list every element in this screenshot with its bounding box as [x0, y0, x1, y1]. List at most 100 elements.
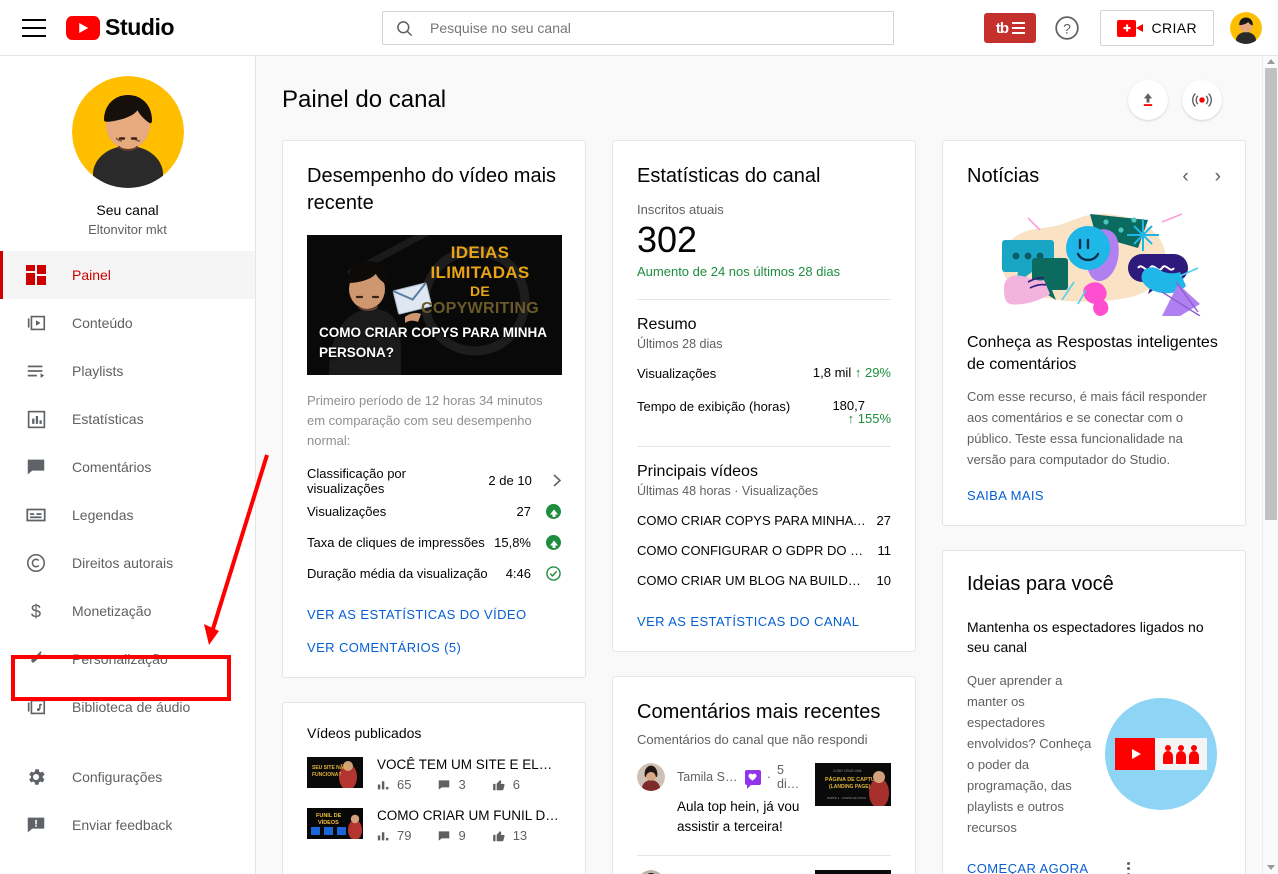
- comments-value: 9: [458, 828, 466, 844]
- news-card: Notícias ‹ › Conheça as Respostas inteli…: [942, 140, 1246, 527]
- video-title: COMO CRIAR UM BLOG NA BUILDERA…: [637, 573, 877, 589]
- sidebar-item-personalizacao[interactable]: Personalização: [0, 635, 255, 683]
- sidebar-item-direitos-autorais[interactable]: Direitos autorais: [0, 539, 255, 587]
- page-header: Painel do canal: [257, 56, 1262, 140]
- column-right: Notícias ‹ › Conheça as Respostas inteli…: [942, 140, 1246, 874]
- metric-row[interactable]: Classificação por visualizações 2 de 10: [307, 465, 561, 496]
- views-stat: 65: [377, 777, 411, 792]
- youtube-studio-logo[interactable]: Studio: [66, 14, 175, 41]
- performance-note: Primeiro período de 12 horas 34 minutos …: [307, 393, 543, 449]
- channel-label: Seu canal: [96, 202, 159, 218]
- comment-video-thumbnail[interactable]: COMO CRIAR UMA PÁGINA DE CAPTURA (LANDING …: [815, 763, 891, 807]
- metric-label: Classificação por visualizações: [307, 465, 406, 496]
- start-now-link[interactable]: COMEÇAR AGORA: [967, 861, 1089, 874]
- learn-more-link[interactable]: SAIBA MAIS: [967, 488, 1221, 503]
- table-row[interactable]: COMO CONFIGURAR O GDPR DO SITE… 11: [637, 543, 891, 558]
- chevron-right-icon[interactable]: [540, 474, 561, 488]
- sidebar-item-legendas[interactable]: Legendas: [0, 491, 255, 539]
- sidebar-item-monetizacao[interactable]: $ Monetização: [0, 587, 255, 635]
- sidebar: Seu canal Eltonvitor mkt Painel Conteúdo…: [0, 56, 256, 874]
- chevron-left-icon[interactable]: ‹: [1182, 166, 1188, 188]
- sidebar-item-painel[interactable]: Painel: [0, 251, 255, 299]
- go-live-icon: [1192, 93, 1212, 107]
- sidebar-item-biblioteca-de-audio[interactable]: Biblioteca de áudio: [0, 683, 255, 731]
- create-button[interactable]: CRIAR: [1100, 10, 1214, 46]
- hamburger-icon[interactable]: [22, 18, 46, 37]
- summary-value: 1,8 mil ↑ 29%: [813, 365, 891, 380]
- card-title: Estatísticas do canal: [637, 165, 821, 187]
- sidebar-item-playlists[interactable]: Playlists: [0, 347, 255, 395]
- subscribers-count: 302: [637, 219, 698, 260]
- table-row[interactable]: COMO CRIAR UM BLOG NA BUILDERA… 10: [637, 573, 891, 588]
- sidebar-item-conteudo[interactable]: Conteúdo: [0, 299, 255, 347]
- scrollbar-thumb[interactable]: [1265, 68, 1277, 520]
- summary-row: Visualizações 1,8 mil ↑ 29%: [637, 365, 891, 384]
- view-channel-analytics-link[interactable]: VER AS ESTATÍSTICAS DO CANAL: [637, 614, 891, 629]
- sidebar-item-label: Estatísticas: [72, 411, 144, 427]
- summary-period: Últimos 28 dias: [637, 337, 723, 352]
- list-item[interactable]: [637, 869, 891, 874]
- chevron-right-icon[interactable]: ›: [1215, 166, 1221, 188]
- metric-value: 15,8%: [494, 535, 531, 551]
- card-title: Vídeos publicados: [307, 725, 422, 742]
- sidebar-item-label: Configurações: [72, 769, 163, 785]
- heart-icon: [744, 769, 761, 789]
- scroll-up-arrow-icon[interactable]: [1267, 59, 1275, 64]
- help-circle-icon[interactable]: ?: [1054, 15, 1080, 41]
- illustration-inner: [1115, 737, 1208, 770]
- comment-meta: Tamila Sant… · 5 di…: [677, 763, 803, 791]
- ideas-for-you-card: Ideias para você Mantenha os espectadore…: [942, 550, 1246, 874]
- analytics-icon: [24, 407, 48, 431]
- search-input[interactable]: [430, 20, 881, 36]
- svg-text:PARTE 1 · CURSO ELTONVI: PARTE 1 · CURSO ELTONVI: [827, 796, 866, 800]
- gear-icon: [24, 765, 48, 789]
- summary-title: Resumo: [637, 316, 697, 334]
- sidebar-item-estatisticas[interactable]: Estatísticas: [0, 395, 255, 443]
- sidebar-item-comentarios[interactable]: Comentários: [0, 443, 255, 491]
- ideas-headline: Mantenha os espectadores ligados no seu …: [967, 619, 1204, 655]
- likes-value: 6: [512, 777, 520, 793]
- sidebar-item-label: Monetização: [72, 603, 152, 619]
- news-headline: Conheça as Respostas inteligentes de com…: [967, 334, 1218, 373]
- search-bar[interactable]: [382, 11, 894, 45]
- table-row[interactable]: COMO CRIAR COPYS PARA MINHA PE… 27: [637, 513, 891, 528]
- view-video-analytics-link[interactable]: VER AS ESTATÍSTICAS DO VÍDEO: [307, 607, 561, 622]
- illustration-circle: [1105, 697, 1218, 810]
- comment-video-thumbnail[interactable]: [815, 869, 891, 874]
- view-comments-link[interactable]: VER COMENTÁRIOS (5): [307, 640, 561, 655]
- dashboard-icon: [24, 263, 48, 287]
- account-avatar[interactable]: [1230, 12, 1262, 44]
- video-thumbnail[interactable]: IDEIAS ILIMITADAS DE COPYWRITING COMO CR…: [307, 235, 562, 375]
- page-actions: [1128, 80, 1222, 120]
- divider: [637, 299, 891, 301]
- kebab-menu-icon[interactable]: [1123, 858, 1134, 874]
- video-camera-icon: [1117, 19, 1144, 37]
- upload-video-button[interactable]: [1128, 80, 1168, 120]
- ideas-illustration: [1102, 670, 1221, 838]
- dollar-icon: $: [24, 599, 48, 623]
- sidebar-item-label: Personalização: [72, 651, 168, 667]
- summary-row: Tempo de exibição (horas) 180,7 ↑ 155%: [637, 398, 891, 426]
- feedback-icon: [24, 813, 48, 837]
- people-icon: [1155, 737, 1208, 770]
- sidebar-item-configuracoes[interactable]: Configurações: [0, 753, 255, 801]
- views-value: 10: [876, 573, 891, 589]
- video-stats: 79 9 13: [377, 828, 561, 843]
- list-item[interactable]: Tamila Sant… · 5 di… Aula top hein, já v…: [637, 763, 891, 838]
- latest-video-performance-card: Desempenho do vídeo mais recente IDEIAS …: [282, 140, 586, 679]
- divider: [637, 446, 891, 448]
- subscribers-label: Inscritos atuais: [637, 202, 724, 217]
- sidebar-item-enviar-feedback[interactable]: Enviar feedback: [0, 801, 255, 849]
- list-item-body: COMO CRIAR UM FUNIL DE VÍ… 79 9: [377, 808, 561, 843]
- card-title: Notícias: [967, 165, 1040, 187]
- page-scrollbar[interactable]: [1262, 56, 1278, 874]
- list-item[interactable]: FUNIL DEVÍDEOS COMO CRIAR UM FUNIL DE VÍ…: [307, 808, 561, 843]
- channel-avatar[interactable]: [71, 76, 184, 188]
- scroll-down-arrow-icon[interactable]: [1267, 865, 1275, 870]
- video-title: COMO CRIAR COPYS PARA MINHA PE…: [637, 513, 877, 529]
- go-live-button[interactable]: [1182, 80, 1222, 120]
- tubebuddy-button[interactable]: tb: [984, 13, 1037, 43]
- list-item[interactable]: SEU SITE NÃO FUNCIONA? VOCÊ TEM UM SITE E…: [307, 757, 561, 792]
- inner-scrollbar[interactable]: [1252, 56, 1262, 874]
